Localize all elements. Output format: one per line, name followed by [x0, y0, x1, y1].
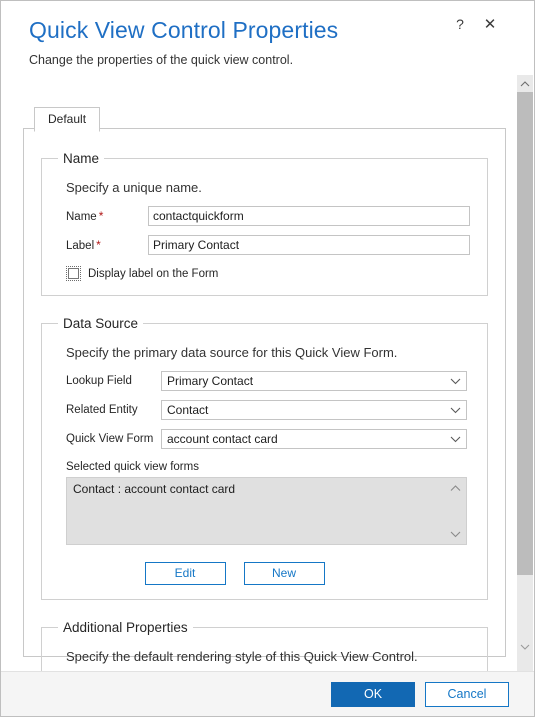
scroll-content: Default Name Specify a unique name. Name… [1, 75, 534, 671]
related-entity-row: Related Entity Contact [56, 400, 473, 420]
selected-forms-caption: Selected quick view forms [66, 461, 199, 473]
lookup-field-select[interactable]: Primary Contact [161, 371, 467, 391]
scrollbar-up-arrow-icon[interactable] [517, 75, 533, 92]
chevron-down-icon [444, 436, 466, 443]
ok-button[interactable]: OK [331, 681, 415, 707]
name-field-row: Name * [56, 206, 473, 226]
name-group-description: Specify a unique name. [66, 180, 202, 195]
tab-default[interactable]: Default [34, 107, 101, 132]
required-marker: * [96, 238, 101, 252]
quick-view-form-select[interactable]: account contact card [161, 429, 467, 449]
edit-button[interactable]: Edit [144, 562, 226, 585]
display-label-checkbox-label[interactable]: Display label on the Form [88, 268, 218, 280]
listbox-scroll-down-icon[interactable] [450, 529, 461, 539]
scrollbar-down-arrow-icon[interactable] [517, 638, 533, 655]
display-label-checkbox-row[interactable]: Display label on the Form [56, 266, 473, 281]
list-item[interactable]: Contact : account contact card [67, 478, 466, 497]
checkbox-focus-ring [66, 266, 81, 281]
required-marker: * [98, 209, 104, 223]
additional-properties-description: Specify the default rendering style of t… [66, 649, 418, 664]
help-icon[interactable]: ? [452, 16, 468, 32]
name-input[interactable] [148, 206, 470, 226]
additional-properties-legend: Additional Properties [63, 620, 188, 635]
name-field-label-text: Name [66, 211, 97, 223]
dialog-header: Quick View Control Properties Change the… [1, 1, 534, 75]
data-source-group-description: Specify the primary data source for this… [66, 345, 398, 360]
name-group: Name Specify a unique name. Name* Label* [41, 151, 488, 296]
scrollbar-thumb[interactable] [517, 92, 533, 575]
quick-view-form-label: Quick View Form [66, 433, 154, 445]
label-field-label-text: Label [66, 240, 95, 252]
additional-properties-group: Additional Properties Specify the defaul… [41, 620, 488, 671]
name-field-label: Name * [56, 209, 148, 223]
new-button[interactable]: New [243, 562, 325, 585]
related-entity-select[interactable]: Contact [161, 400, 467, 420]
form-action-buttons: Edit New [56, 562, 473, 585]
cancel-button[interactable]: Cancel [425, 681, 509, 707]
vertical-scrollbar[interactable] [517, 75, 533, 671]
tabstrip: Default [34, 107, 101, 132]
tab-panel-default: Name Specify a unique name. Name* Label* [23, 128, 506, 671]
related-entity-label: Related Entity [66, 404, 138, 416]
name-group-legend: Name [63, 151, 100, 166]
chevron-down-icon [444, 407, 466, 414]
label-input[interactable] [148, 235, 470, 255]
listbox-scroll-up-icon[interactable] [450, 483, 461, 493]
label-field-row: Label * [56, 235, 473, 255]
dialog-footer: OK Cancel [1, 671, 534, 716]
page-subtitle: Change the properties of the quick view … [29, 53, 294, 67]
close-icon[interactable]: ✕ [482, 16, 498, 33]
label-field-label: Label * [56, 238, 148, 252]
lookup-field-row: Lookup Field Primary Contact [56, 371, 473, 391]
quick-view-form-row: Quick View Form account contact card [56, 429, 473, 449]
chevron-down-icon [444, 378, 466, 385]
data-source-group: Data Source Specify the primary data sou… [41, 316, 488, 600]
lookup-field-label: Lookup Field [66, 375, 132, 387]
data-source-group-legend: Data Source [63, 316, 139, 331]
lookup-field-value: Primary Contact [167, 374, 254, 388]
related-entity-value: Contact [167, 403, 209, 417]
display-label-checkbox[interactable] [68, 268, 79, 279]
quick-view-control-properties-dialog: Quick View Control Properties Change the… [0, 0, 535, 717]
quick-view-form-value: account contact card [167, 432, 278, 446]
header-buttons: ? ✕ [452, 16, 498, 33]
selected-quick-view-forms-listbox[interactable]: Contact : account contact card [66, 477, 467, 545]
dialog-body: Default Name Specify a unique name. Name… [1, 75, 534, 671]
